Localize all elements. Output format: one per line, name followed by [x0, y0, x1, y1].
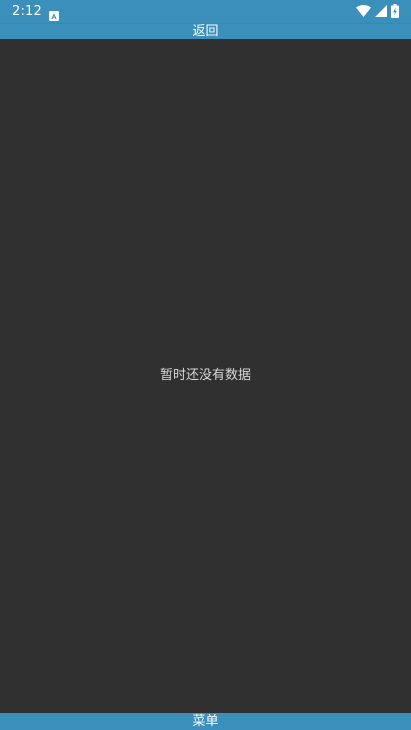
status-bar: 2:12 [0, 0, 411, 24]
wifi-icon [356, 5, 371, 17]
back-button[interactable]: 返回 [192, 24, 218, 39]
top-bar: 返回 [0, 24, 411, 39]
main-content: 暂时还没有数据 [0, 39, 411, 713]
app-screen: 2:12 返回 暂时还没有数据 菜单 [0, 0, 411, 730]
empty-state-message: 暂时还没有数据 [159, 368, 251, 383]
menu-button[interactable]: 菜单 [192, 713, 218, 730]
bottom-bar: 菜单 [0, 713, 411, 730]
status-time: 2:12 [12, 4, 42, 19]
cell-signal-icon [375, 5, 387, 17]
a-letter-icon [49, 6, 59, 21]
status-icons [356, 4, 399, 18]
battery-icon [391, 4, 399, 18]
